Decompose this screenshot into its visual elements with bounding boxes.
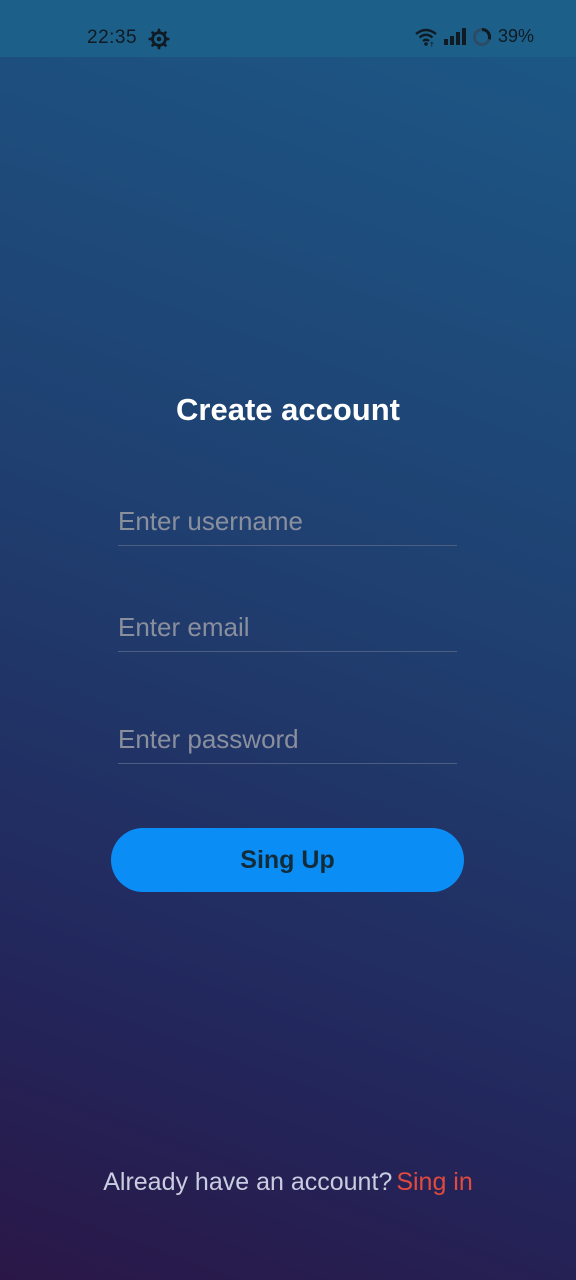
email-input[interactable] [118,612,457,643]
username-field [118,494,457,546]
battery-icon [472,27,492,47]
signup-button[interactable]: Sing Up [111,828,464,892]
email-field [118,600,457,652]
battery-percent: 39% [497,26,534,46]
password-input[interactable] [118,724,457,755]
settings-icon [148,28,170,50]
signin-prompt-text: Already have an account? [103,1168,393,1196]
status-time: 22:35 [87,27,138,48]
signin-prompt: Already have an account? Sing in [0,1168,576,1197]
wifi-icon: ↑ [414,27,438,47]
status-bar: 22:35 ↑ 39% [0,0,576,57]
status-icons: ↑ 39% [414,26,534,47]
password-field [118,712,457,764]
signin-link[interactable]: Sing in [396,1168,472,1196]
page-title: Create account [176,392,400,427]
username-input[interactable] [118,506,457,537]
signal-icon [443,27,467,46]
svg-text:↑: ↑ [429,41,435,47]
